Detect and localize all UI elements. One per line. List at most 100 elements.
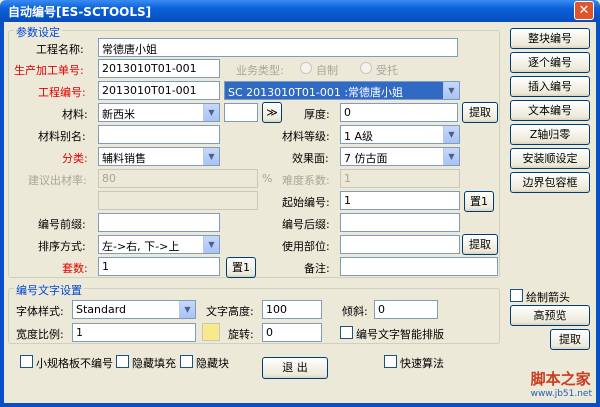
difficulty-field[interactable]: 1 [340,169,460,188]
width-ratio-field[interactable]: 1 [72,323,196,342]
color-swatch[interactable] [202,323,220,341]
thickness-field[interactable]: 0 [340,103,458,122]
draw-arrow-label: 绘制箭头 [526,291,570,304]
chevron-down-icon[interactable]: ▼ [443,126,459,143]
chevron-down-icon[interactable]: ▼ [203,236,219,253]
hide-fill-checkbox[interactable] [116,355,129,368]
rotate-label: 旋转: [228,328,254,341]
z-axis-reset-button[interactable]: Z轴归零 [510,124,590,145]
category-value: 辅料销售 [102,152,146,165]
count-set1-button[interactable]: 置1 [226,257,256,278]
title-bar: 自动编号[ES-SCTOOLS] ✕ [0,0,600,22]
suffix-label: 编号后缀: [282,218,330,231]
radio-self[interactable] [300,62,312,74]
sort-select[interactable]: 左->右, 下->上 ▼ [98,235,220,254]
material-grade-value: 1 A级 [344,130,374,143]
smart-layout-checkbox[interactable] [340,326,353,339]
use-part-field[interactable] [340,235,460,254]
chevron-down-icon[interactable]: ▼ [203,104,219,121]
category-label: 分类: [62,152,88,165]
material-select-value: 新西米 [102,108,135,121]
text-height-field[interactable]: 100 [262,300,322,319]
project-no-label: 工程编号: [38,86,86,99]
start-no-set1-button[interactable]: 置1 [464,191,494,212]
prefix-field[interactable] [98,213,220,232]
chevron-down-icon[interactable]: ▼ [179,301,195,318]
params-legend: 参数设定 [14,24,62,40]
project-no-field[interactable]: 2013010T01-001 [98,81,220,100]
fast-algo-checkbox[interactable] [384,355,397,368]
material-grade-label: 材料等级: [282,130,330,143]
project-name-label: 工程名称: [36,43,84,56]
border-wrap-button[interactable]: 边界包容框 [510,172,590,193]
window-frame-right [596,22,600,407]
remark-field[interactable] [340,257,498,276]
thickness-label: 厚度: [304,108,330,121]
category-select[interactable]: 辅料销售 ▼ [98,147,220,166]
project-name-field[interactable]: 常德唐小姐 [98,38,458,57]
draw-arrow-checkbox[interactable] [510,289,523,302]
material-more-button[interactable]: ≫ [262,102,282,123]
sort-label: 排序方式: [38,240,86,253]
window-frame-left [0,22,4,407]
window-frame-bottom [0,403,600,407]
small-no-number-label: 小规格板不编号 [36,357,113,370]
text-height-label: 文字高度: [206,305,254,318]
rotate-field[interactable]: 0 [262,323,322,342]
radio-self-label: 自制 [316,64,338,77]
material-grade-select[interactable]: 1 A级 ▼ [340,125,460,144]
font-style-select[interactable]: Standard ▼ [72,300,196,319]
suggest-material-field[interactable]: 80 [98,169,258,188]
close-button[interactable]: ✕ [574,1,594,20]
material-label: 材料: [62,108,88,121]
whole-block-button[interactable]: 整块编号 [510,28,590,49]
one-by-one-button[interactable]: 逐个编号 [510,52,590,73]
watermark: 脚本之家 www.jb51.net [531,368,592,399]
order-no-field[interactable]: 2013010T01-001 [98,59,220,78]
remark-label: 备注: [304,262,330,275]
small-no-number-checkbox[interactable] [20,355,33,368]
hide-fill-label: 隐藏填充 [132,357,176,370]
material-extra-field[interactable] [224,103,258,122]
difficulty-label: 难度系数: [282,174,330,187]
smart-layout-label: 编号文字智能排版 [356,328,444,341]
font-style-label: 字体样式: [16,305,64,318]
tilt-field[interactable]: 0 [374,300,438,319]
sort-value: 左->右, 下->上 [102,240,180,253]
effect-value: 7 仿古面 [344,152,388,165]
count-label: 套数: [62,262,88,275]
font-legend: 编号文字设置 [14,282,84,298]
preview-button[interactable]: 高预览 [510,305,590,326]
watermark-url: www.jb51.net [530,389,592,399]
exit-button[interactable]: 退 出 [262,357,328,379]
count-field[interactable]: 1 [98,257,220,276]
window-title: 自动编号[ES-SCTOOLS] [8,5,152,19]
fetch-thickness-button[interactable]: 提取 [462,102,498,123]
extra-disabled-field[interactable] [98,191,258,210]
text-number-button[interactable]: 文本编号 [510,100,590,121]
suffix-field[interactable] [340,213,460,232]
project-no-select-value: SC 2013010T01-001 :常德唐小姐 [228,86,404,99]
chevron-down-icon[interactable]: ▼ [203,148,219,165]
order-no-label: 生产加工单号: [14,64,84,77]
business-type-label: 业务类型: [236,64,284,77]
font-style-value: Standard [76,303,127,316]
install-seq-button[interactable]: 安装顺设定 [510,148,590,169]
fetch-side-button[interactable]: 提取 [550,329,590,350]
chevron-down-icon[interactable]: ▼ [443,82,459,99]
hide-block-label: 隐藏块 [196,357,229,370]
material-select[interactable]: 新西米 ▼ [98,103,220,122]
chevron-down-icon[interactable]: ▼ [443,148,459,165]
prefix-label: 编号前缀: [38,218,86,231]
watermark-cn: 脚本之家 [530,370,591,388]
project-no-select[interactable]: SC 2013010T01-001 :常德唐小姐 ▼ [224,81,460,100]
material-alias-label: 材料别名: [38,130,86,143]
radio-entrust-label: 受托 [376,64,398,77]
material-alias-field[interactable] [98,125,220,144]
effect-select[interactable]: 7 仿古面 ▼ [340,147,460,166]
radio-entrust[interactable] [360,62,372,74]
start-no-field[interactable]: 1 [340,191,460,210]
hide-block-checkbox[interactable] [180,355,193,368]
fetch-use-part-button[interactable]: 提取 [462,234,498,255]
insert-button[interactable]: 插入编号 [510,76,590,97]
